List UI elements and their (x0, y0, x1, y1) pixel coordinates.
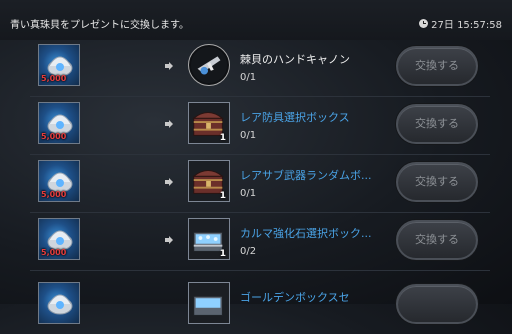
item-count: 1 (219, 191, 226, 201)
exchange-progress: 0/1 (240, 130, 257, 141)
exchange-row: 5,000 棘貝のハンドキャノン 0/1 交換する (30, 38, 490, 96)
exchange-button[interactable]: 交換する (396, 162, 478, 202)
header-bar: 青い真珠貝をプレゼントに交換します。 27日 15:57:58 (0, 0, 512, 40)
cost-quantity: 5,000 (41, 190, 67, 199)
event-timer: 27日 15:57:58 (419, 16, 502, 31)
timer-text: 27日 15:57:58 (431, 20, 502, 31)
exchange-button[interactable]: 交換する (396, 104, 478, 144)
reward-item-slot[interactable] (188, 44, 230, 86)
arrow-right-icon (165, 178, 173, 186)
cost-item-slot[interactable]: 5,000 (38, 44, 80, 86)
exchange-button[interactable]: 交換する (396, 46, 478, 86)
cost-quantity: 5,000 (41, 74, 67, 83)
page-title: 青い真珠貝をプレゼントに交換します。 (10, 20, 189, 31)
pearl-shell-icon (47, 294, 73, 315)
cost-quantity: 5,000 (41, 132, 67, 141)
arrow-right-icon (165, 236, 173, 244)
reward-item-slot[interactable] (188, 282, 230, 324)
arrow-right-icon (165, 120, 173, 128)
exchange-list[interactable]: 5,000 棘貝のハンドキャノン 0/1 交換する 5,000 1 レア防具選択… (0, 38, 512, 324)
arrow-right-icon (165, 62, 173, 70)
exchange-row: ゴールデンボックスセ (30, 276, 490, 334)
reward-name: レアサブ武器ランダムボ... (240, 169, 372, 182)
row-divider (30, 270, 490, 271)
reward-name: レア防具選択ボックス (240, 111, 350, 124)
exchange-row: 5,000 1 レア防具選択ボックス 0/1 交換する (30, 96, 490, 154)
reward-name: 棘貝のハンドキャノン (240, 53, 350, 66)
exchange-progress: 0/1 (240, 188, 257, 199)
reward-name: ゴールデンボックスセ (240, 291, 350, 304)
exchange-progress: 0/2 (240, 246, 257, 257)
clock-icon (419, 19, 429, 28)
silver-chest-icon (193, 295, 223, 316)
cost-quantity: 5,000 (41, 248, 67, 257)
reward-item-slot[interactable]: 1 (188, 102, 230, 144)
exchange-progress: 0/1 (240, 72, 257, 83)
item-count: 1 (219, 249, 226, 259)
cost-item-slot[interactable]: 5,000 (38, 160, 80, 202)
item-count: 1 (219, 133, 226, 143)
cost-item-slot[interactable] (38, 282, 80, 324)
exchange-button[interactable] (396, 284, 478, 324)
reward-item-slot[interactable]: 1 (188, 218, 230, 260)
cost-item-slot[interactable]: 5,000 (38, 218, 80, 260)
exchange-button[interactable]: 交換する (396, 220, 478, 260)
reward-name: カルマ強化石選択ボック... (240, 227, 372, 240)
exchange-row: 5,000 1 レアサブ武器ランダムボ... 0/1 交換する (30, 154, 490, 212)
hand-cannon-icon (190, 46, 228, 84)
reward-item-slot[interactable]: 1 (188, 160, 230, 202)
exchange-row: 5,000 1 カルマ強化石選択ボック... 0/2 交換する (30, 212, 490, 270)
cost-item-slot[interactable]: 5,000 (38, 102, 80, 144)
